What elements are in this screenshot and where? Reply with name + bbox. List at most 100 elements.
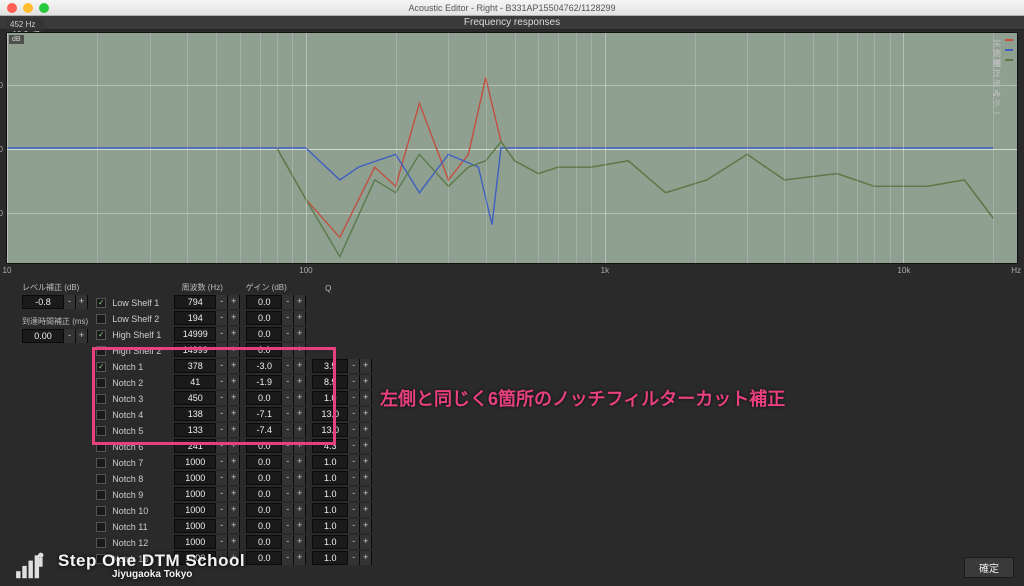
- confirm-button[interactable]: 確定: [964, 557, 1014, 578]
- spin-value[interactable]: 1.0: [313, 553, 347, 563]
- decrement-button[interactable]: -: [281, 487, 293, 501]
- decrement-button[interactable]: -: [215, 455, 227, 469]
- filter-enable-checkbox[interactable]: [96, 458, 106, 468]
- decrement-button[interactable]: -: [281, 455, 293, 469]
- spin-input[interactable]: 0.0-+: [246, 519, 306, 533]
- spin-value[interactable]: 1.0: [313, 521, 347, 531]
- decrement-button[interactable]: -: [281, 327, 293, 341]
- filter-enable-checkbox[interactable]: [96, 346, 106, 356]
- spin-input[interactable]: 378-+: [174, 359, 240, 373]
- spin-input[interactable]: 0.0-+: [246, 471, 306, 485]
- decrement-button[interactable]: -: [215, 423, 227, 437]
- spin-value[interactable]: 1.0: [313, 473, 347, 483]
- spin-input[interactable]: 0.0-+: [246, 535, 306, 549]
- spin-value[interactable]: 0.0: [247, 313, 281, 323]
- spin-input[interactable]: -3.0-+: [246, 359, 306, 373]
- spin-input[interactable]: 450-+: [174, 391, 240, 405]
- spin-value[interactable]: 1.0: [313, 505, 347, 515]
- spin-input[interactable]: 1.0-+: [312, 487, 372, 501]
- spin-value[interactable]: 1.0: [313, 489, 347, 499]
- increment-button[interactable]: +: [227, 519, 239, 533]
- decrement-button[interactable]: -: [215, 391, 227, 405]
- spin-value[interactable]: 241: [175, 441, 215, 451]
- spin-value[interactable]: 41: [175, 377, 215, 387]
- increment-button[interactable]: +: [227, 471, 239, 485]
- spin-value[interactable]: 794: [175, 297, 215, 307]
- increment-button[interactable]: +: [359, 535, 371, 549]
- spin-input[interactable]: 3.5-+: [312, 359, 372, 373]
- increment-button[interactable]: +: [293, 343, 305, 357]
- decrement-button[interactable]: -: [347, 503, 359, 517]
- decrement-button[interactable]: -: [281, 535, 293, 549]
- filter-enable-checkbox[interactable]: [96, 426, 106, 436]
- increment-button[interactable]: +: [227, 311, 239, 325]
- increment-button[interactable]: +: [227, 407, 239, 421]
- level-comp-input[interactable]: -0.8 - +: [22, 295, 88, 309]
- filter-enable-checkbox[interactable]: [96, 506, 106, 516]
- decrement-button[interactable]: -: [347, 375, 359, 389]
- spin-value[interactable]: 0.0: [247, 473, 281, 483]
- filter-enable-checkbox[interactable]: [96, 442, 106, 452]
- increment-button[interactable]: +: [75, 295, 87, 309]
- decrement-button[interactable]: -: [347, 391, 359, 405]
- spin-value[interactable]: 0.0: [247, 553, 281, 563]
- spin-input[interactable]: 13.0-+: [312, 407, 372, 421]
- decrement-button[interactable]: -: [281, 471, 293, 485]
- spin-input[interactable]: 14999-+: [174, 327, 240, 341]
- increment-button[interactable]: +: [359, 423, 371, 437]
- spin-value[interactable]: 0.0: [247, 345, 281, 355]
- increment-button[interactable]: +: [227, 359, 239, 373]
- increment-button[interactable]: +: [227, 391, 239, 405]
- spin-value[interactable]: 378: [175, 361, 215, 371]
- spin-input[interactable]: 241-+: [174, 439, 240, 453]
- decrement-button[interactable]: -: [281, 407, 293, 421]
- increment-button[interactable]: +: [227, 343, 239, 357]
- spin-value[interactable]: -1.9: [247, 377, 281, 387]
- spin-value[interactable]: 0.0: [247, 393, 281, 403]
- increment-button[interactable]: +: [293, 359, 305, 373]
- spin-input[interactable]: 1.0-+: [312, 391, 372, 405]
- decrement-button[interactable]: -: [215, 439, 227, 453]
- increment-button[interactable]: +: [227, 535, 239, 549]
- spin-value[interactable]: -3.0: [247, 361, 281, 371]
- increment-button[interactable]: +: [293, 295, 305, 309]
- increment-button[interactable]: +: [227, 455, 239, 469]
- increment-button[interactable]: +: [359, 439, 371, 453]
- spin-value[interactable]: 1.0: [313, 393, 347, 403]
- spin-input[interactable]: 1000-+: [174, 487, 240, 501]
- spin-input[interactable]: 0.0-+: [246, 327, 306, 341]
- spin-value[interactable]: 0.0: [247, 457, 281, 467]
- spin-value[interactable]: 8.9: [313, 377, 347, 387]
- filter-enable-checkbox[interactable]: [96, 490, 106, 500]
- decrement-button[interactable]: -: [215, 327, 227, 341]
- decrement-button[interactable]: -: [215, 471, 227, 485]
- filter-enable-checkbox[interactable]: [96, 314, 106, 324]
- decrement-button[interactable]: -: [281, 343, 293, 357]
- spin-input[interactable]: -7.4-+: [246, 423, 306, 437]
- spin-input[interactable]: 1000-+: [174, 519, 240, 533]
- delay-comp-input[interactable]: 0.00 - +: [22, 329, 88, 343]
- increment-button[interactable]: +: [293, 551, 305, 565]
- decrement-button[interactable]: -: [347, 423, 359, 437]
- decrement-button[interactable]: -: [347, 407, 359, 421]
- increment-button[interactable]: +: [359, 551, 371, 565]
- increment-button[interactable]: +: [293, 487, 305, 501]
- increment-button[interactable]: +: [227, 375, 239, 389]
- spin-value[interactable]: 133: [175, 425, 215, 435]
- spin-value[interactable]: 194: [175, 313, 215, 323]
- decrement-button[interactable]: -: [347, 551, 359, 565]
- decrement-button[interactable]: -: [281, 295, 293, 309]
- increment-button[interactable]: +: [359, 455, 371, 469]
- increment-button[interactable]: +: [359, 487, 371, 501]
- increment-button[interactable]: +: [227, 503, 239, 517]
- decrement-button[interactable]: -: [215, 519, 227, 533]
- decrement-button[interactable]: -: [347, 535, 359, 549]
- decrement-button[interactable]: -: [347, 439, 359, 453]
- spin-input[interactable]: 0.0-+: [246, 487, 306, 501]
- decrement-button[interactable]: -: [281, 375, 293, 389]
- decrement-button[interactable]: -: [215, 503, 227, 517]
- increment-button[interactable]: +: [359, 375, 371, 389]
- spin-input[interactable]: -7.1-+: [246, 407, 306, 421]
- spin-input[interactable]: 194-+: [174, 311, 240, 325]
- increment-button[interactable]: +: [293, 503, 305, 517]
